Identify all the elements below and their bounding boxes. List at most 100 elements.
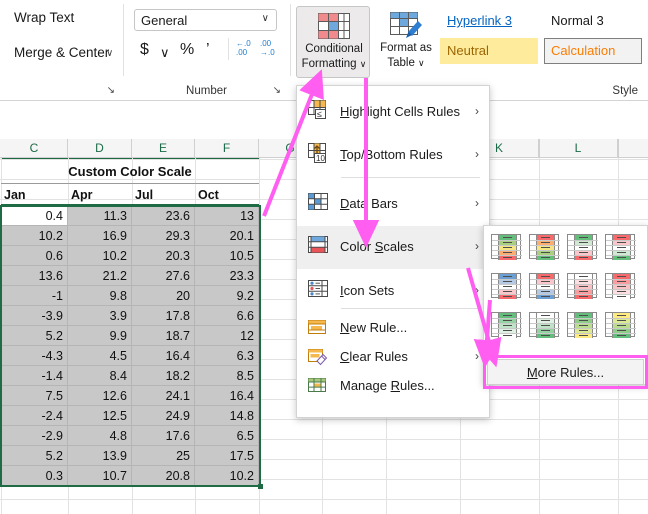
menu-item-color-scales[interactable]: Color Scales ›: [297, 226, 491, 269]
color-scale-swatch-green-yellow-red[interactable]: [491, 234, 522, 260]
menu-item-highlight-cells-rules[interactable]: ≤ Highlight Cells Rules ›: [297, 91, 491, 134]
swatch-dash: [503, 237, 512, 239]
swatch-gridline: [612, 274, 613, 299]
swatch-dash: [579, 325, 588, 327]
decrease-decimal-button[interactable]: .00 →.0: [260, 40, 275, 57]
number-format-chevron-down-icon[interactable]: ∨: [262, 13, 269, 24]
swatch-gridline: [554, 274, 555, 299]
increase-decimal-top: ←.0: [236, 39, 251, 48]
column-header-e[interactable]: E: [132, 139, 195, 158]
column-header-c[interactable]: C: [1, 139, 68, 158]
menu-item-manage-rules[interactable]: Manage Rules...: [297, 372, 491, 400]
swatch-gridline-h: [530, 279, 560, 280]
menu-item-new-rule[interactable]: New Rule...: [297, 314, 491, 342]
swatch-dash: [617, 335, 626, 337]
color-scale-swatch-blue-white-red[interactable]: [491, 273, 522, 299]
swatch-dash: [503, 291, 512, 293]
format-as-table-chevron-down-icon[interactable]: ∨: [418, 58, 425, 68]
swatch-gridline: [498, 274, 499, 299]
style-normal-3[interactable]: Normal 3: [544, 8, 642, 34]
swatch-dash: [579, 315, 588, 317]
color-scale-swatch-red-white-blue[interactable]: [529, 273, 560, 299]
currency-chevron-down-icon[interactable]: ∨: [160, 45, 170, 61]
increase-decimal-button[interactable]: ←.0 .00: [236, 40, 251, 57]
color-scale-swatch-green-white-red[interactable]: [567, 234, 598, 260]
swatch-gridline: [554, 235, 555, 260]
menu-item-top-bottom-rules[interactable]: 10 Top/Bottom Rules ›: [297, 134, 491, 177]
swatch-gridline: [574, 313, 575, 338]
swatch-dash: [503, 315, 512, 317]
menu-item-clear-rules[interactable]: Clear Rules ›: [297, 343, 491, 371]
column-header-l[interactable]: L: [539, 139, 618, 158]
style-hyperlink-3[interactable]: Hyperlink 3: [440, 8, 538, 34]
styles-group-label: Style: [612, 85, 638, 97]
swatch-dash: [579, 252, 588, 254]
swatch-gridline: [592, 313, 593, 338]
top-bottom-rules-icon: 10: [308, 143, 330, 168]
swatch-gridline-h: [492, 294, 522, 295]
fill-handle[interactable]: [258, 484, 263, 489]
submenu-chevron-right-icon: ›: [475, 104, 479, 118]
swatch-gridline: [574, 274, 575, 299]
swatch-dash: [617, 252, 626, 254]
increase-decimal-bottom: .00: [236, 48, 248, 57]
swatch-dash: [541, 315, 550, 317]
comma-style-button[interactable]: ’: [206, 41, 210, 59]
swatch-dash: [579, 286, 588, 288]
color-scale-swatch-white-green[interactable]: [529, 312, 560, 338]
swatch-dash: [617, 325, 626, 327]
swatch-gridline-h: [530, 333, 560, 334]
style-calculation[interactable]: Calculation: [544, 38, 642, 64]
swatch-gridline-h: [530, 245, 560, 246]
conditional-formatting-chevron-down-icon[interactable]: ∨: [360, 59, 367, 69]
wrap-text-button[interactable]: Wrap Text: [14, 10, 74, 25]
number-dialog-launcher[interactable]: ↘: [273, 85, 281, 96]
column-header-f[interactable]: F: [195, 139, 259, 158]
swatch-gridline: [630, 235, 631, 260]
merge-center-chevron-down-icon[interactable]: ∨: [106, 48, 113, 59]
color-scale-swatch-green-yellow[interactable]: [567, 312, 598, 338]
number-format-select[interactable]: General ∨: [134, 9, 277, 31]
color-scale-swatch-green-white[interactable]: [491, 312, 522, 338]
swatch-gridline-h: [606, 294, 636, 295]
swatch-gridline-h: [492, 240, 522, 241]
swatch-gridline: [592, 274, 593, 299]
merge-center-button[interactable]: Merge & Center: [14, 45, 109, 60]
swatch-dash: [579, 257, 588, 259]
color-scale-swatch-red-white-green[interactable]: [605, 234, 636, 260]
swatch-gridline-h: [606, 328, 636, 329]
alignment-dialog-launcher[interactable]: ↘: [107, 85, 115, 96]
format-as-table-button[interactable]: Format as Table ∨: [374, 6, 438, 78]
swatch-gridline-h: [568, 323, 598, 324]
color-scale-swatch-yellow-green[interactable]: [605, 312, 636, 338]
swatch-dash: [541, 247, 550, 249]
menu-item-icon-sets[interactable]: Icon Sets ›: [297, 270, 491, 313]
swatch-dash: [579, 296, 588, 298]
swatch-dash: [541, 320, 550, 322]
percent-style-button[interactable]: %: [180, 41, 194, 59]
manage-rules-icon: [308, 376, 328, 399]
menu-item-label: New Rule...: [340, 320, 408, 335]
swatch-gridline-h: [606, 240, 636, 241]
conditional-formatting-button[interactable]: Conditional Formatting ∨: [296, 6, 370, 78]
currency-button[interactable]: $: [140, 41, 149, 59]
swatch-dash: [503, 247, 512, 249]
swatch-gridline: [536, 274, 537, 299]
swatch-dash: [541, 281, 550, 283]
submenu-chevron-right-icon: ›: [475, 283, 479, 297]
menu-item-label: Icon Sets: [340, 283, 395, 298]
swatch-gridline-h: [606, 255, 636, 256]
color-scale-swatch-red-white[interactable]: [605, 273, 636, 299]
number-group-label: Number: [186, 85, 227, 97]
swatch-gridline-h: [530, 323, 560, 324]
menu-item-label: Highlight Cells Rules: [340, 104, 460, 119]
color-scale-swatch-red-yellow-green[interactable]: [529, 234, 560, 260]
style-neutral[interactable]: Neutral: [440, 38, 538, 64]
color-scale-swatch-white-red[interactable]: [567, 273, 598, 299]
swatch-dash: [541, 252, 550, 254]
menu-item-label: Color Scales: [340, 239, 414, 254]
swatch-gridline-h: [606, 245, 636, 246]
column-header-d[interactable]: D: [68, 139, 132, 158]
menu-item-data-bars[interactable]: Data Bars ›: [297, 183, 491, 226]
swatch-dash: [617, 242, 626, 244]
